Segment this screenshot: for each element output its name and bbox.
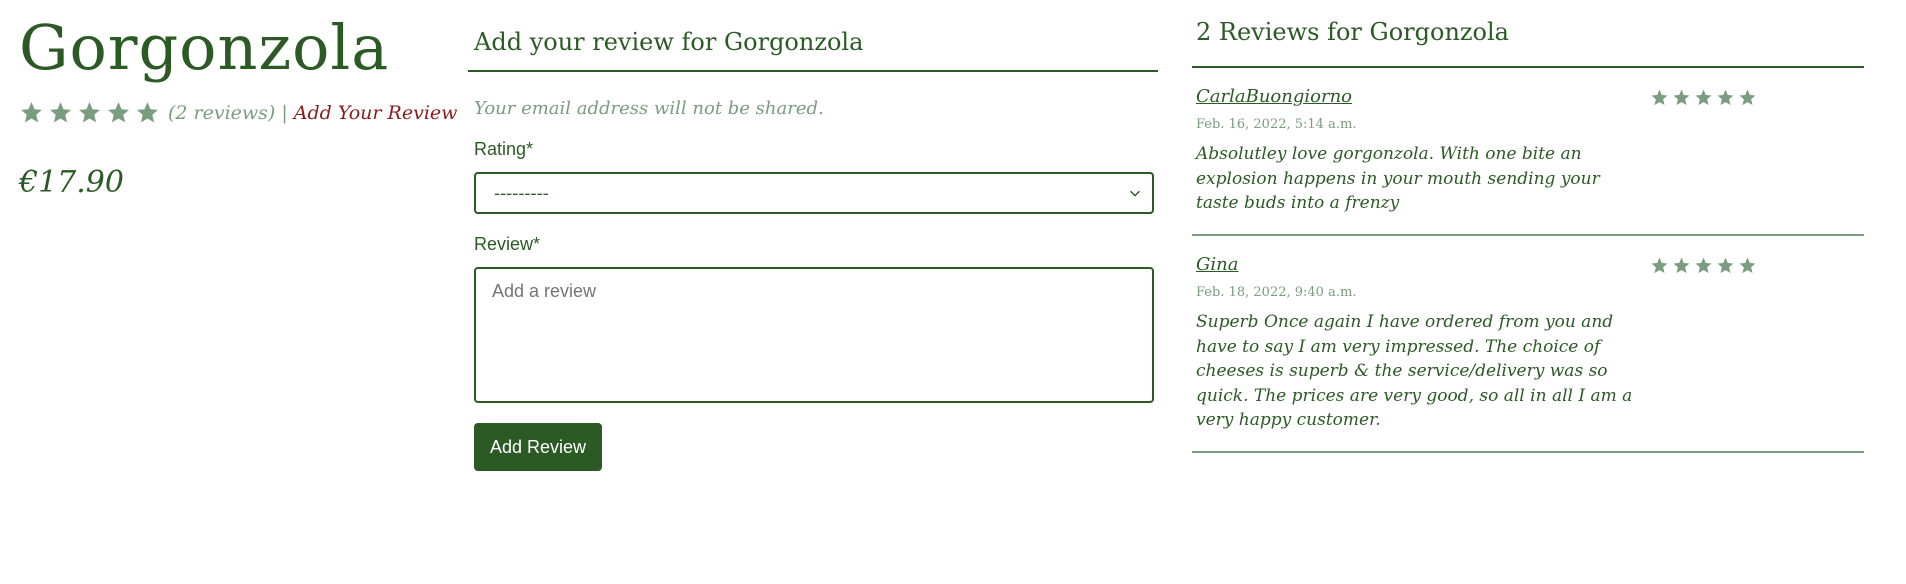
star-icon xyxy=(1695,257,1712,273)
star-icon xyxy=(21,102,42,123)
review-item: Gina Feb. 18, 2022, 9:40 a.m. Superb Onc… xyxy=(1192,236,1864,454)
review-textarea[interactable] xyxy=(474,267,1154,403)
rating-label: Rating* xyxy=(474,139,534,159)
star-icon xyxy=(108,102,129,123)
review-count: (2 reviews) xyxy=(168,101,276,124)
product-summary: Gorgonzola (2 reviews) | Add Your Review… xyxy=(19,0,457,201)
rating-select-value: --------- xyxy=(494,182,549,204)
review-text: Superb Once again I have ordered from yo… xyxy=(1196,311,1633,431)
review-stars xyxy=(1650,88,1760,216)
divider xyxy=(468,70,1158,72)
chevron-down-icon xyxy=(1130,190,1140,197)
review-label: Review* xyxy=(474,234,541,254)
reviews-title: 2 Reviews for Gorgonzola xyxy=(1196,18,1509,46)
rating-select[interactable]: --------- xyxy=(474,172,1154,214)
star-icon xyxy=(137,102,158,123)
star-icon xyxy=(1673,89,1690,106)
star-icon xyxy=(1673,257,1690,273)
product-price: €17.90 xyxy=(19,165,124,201)
form-title: Add your review for Gorgonzola xyxy=(474,28,864,56)
star-icon xyxy=(1695,89,1712,106)
separator: | xyxy=(281,101,288,124)
privacy-note: Your email address will not be shared. xyxy=(474,98,824,119)
review-item: CarlaBuongiorno Feb. 16, 2022, 5:14 a.m.… xyxy=(1192,68,1864,236)
add-review-link[interactable]: Add Your Review xyxy=(294,102,458,124)
review-date: Feb. 16, 2022, 5:14 a.m. xyxy=(1196,117,1357,132)
review-body: CarlaBuongiorno Feb. 16, 2022, 5:14 a.m.… xyxy=(1196,86,1636,216)
review-date: Feb. 18, 2022, 9:40 a.m. xyxy=(1196,284,1357,300)
star-icon xyxy=(1717,89,1734,106)
review-stars xyxy=(1650,256,1760,433)
star-icon xyxy=(1739,89,1756,106)
add-review-button[interactable]: Add Review xyxy=(474,423,603,471)
product-rating: (2 reviews) | Add Your Review xyxy=(19,100,457,125)
star-icon xyxy=(79,102,100,123)
review-text: Absolutley love gorgonzola. With one bit… xyxy=(1196,144,1600,214)
star-icon xyxy=(1651,89,1668,106)
reviewer-name[interactable]: Gina xyxy=(1196,254,1238,275)
star-icon xyxy=(50,102,71,123)
rating-stars xyxy=(19,100,164,125)
star-icon xyxy=(1717,257,1734,273)
star-icon xyxy=(1739,257,1756,273)
review-form: Add your review for Gorgonzola Your emai… xyxy=(468,0,1158,471)
reviewer-name[interactable]: CarlaBuongiorno xyxy=(1196,86,1352,107)
product-title: Gorgonzola xyxy=(19,11,390,84)
reviews-section: 2 Reviews for Gorgonzola CarlaBuongiorno… xyxy=(1192,0,1864,454)
review-body: Gina Feb. 18, 2022, 9:40 a.m. Superb Onc… xyxy=(1196,254,1636,433)
star-icon xyxy=(1651,257,1668,273)
